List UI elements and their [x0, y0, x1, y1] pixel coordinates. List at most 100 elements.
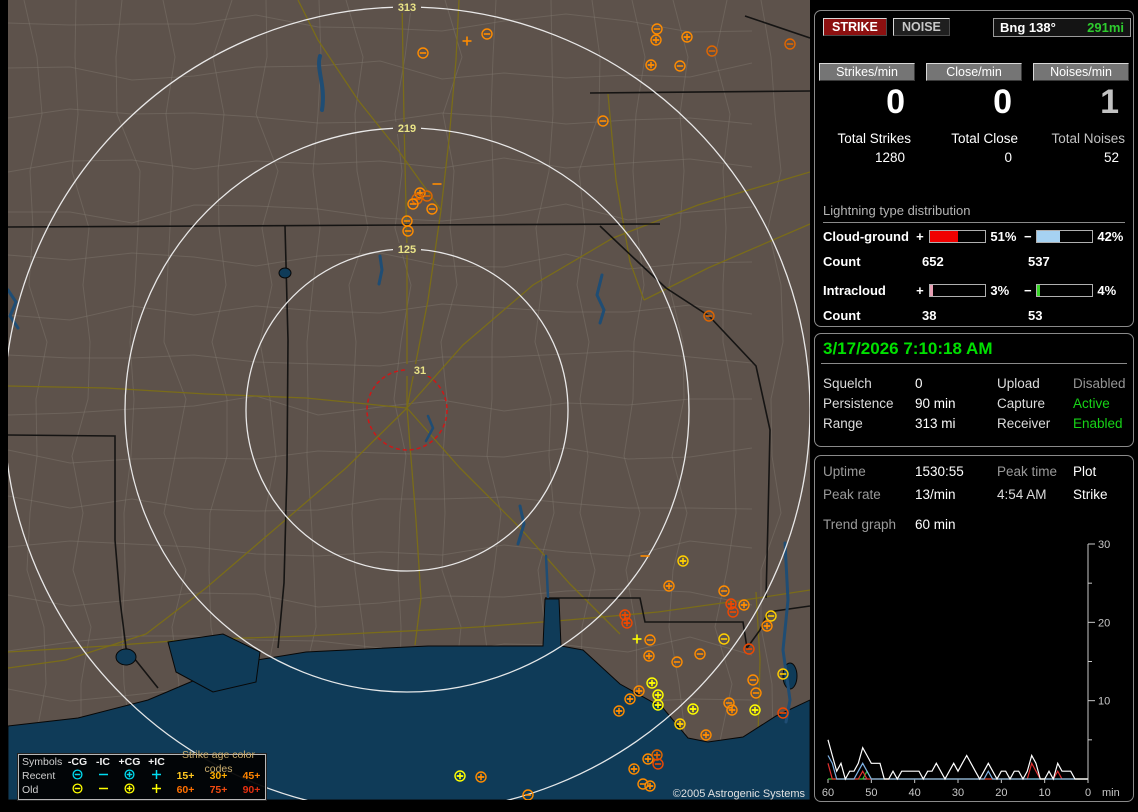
legend-age-code: 15+ — [169, 769, 202, 783]
trend-graph-window: 60 min — [915, 517, 956, 532]
trend-line — [828, 740, 1088, 779]
total-noises-label: Total Noises — [1033, 131, 1129, 146]
legend-age-code: 90+ — [235, 783, 268, 797]
cg-minus-pct: 42% — [1093, 229, 1131, 244]
noises-per-min-button[interactable]: Noises/min — [1033, 63, 1129, 81]
total-noises-value: 52 — [1033, 150, 1129, 165]
x-axis-unit: min — [1102, 787, 1120, 798]
capture-status: Active — [1073, 396, 1110, 411]
symbol-legend: Symbols -CG -IC +CG +IC Strike age color… — [18, 754, 266, 800]
y-tick-label: 30 — [1098, 540, 1110, 551]
map-canvas[interactable]: 31321912531 ©2005 Astrogenic Systems — [8, 0, 810, 800]
legend-m-icon — [91, 782, 115, 799]
x-tick-label: 60 — [822, 787, 834, 798]
ic-minus-pct: 4% — [1093, 283, 1131, 298]
cloud-ground-row: Cloud-ground + 51% − 42% — [823, 229, 1131, 244]
bearing-label: Bng 138° — [1000, 20, 1056, 35]
close-rate: 0 — [926, 83, 1022, 122]
strike-button[interactable]: STRIKE — [823, 18, 887, 36]
peak-time-value: 4:54 AM — [997, 487, 1047, 502]
x-tick-label: 0 — [1085, 787, 1091, 798]
cloud-ground-label: Cloud-ground — [823, 229, 916, 244]
receiver-label: Receiver — [997, 416, 1050, 431]
x-tick-label: 10 — [1039, 787, 1051, 798]
legend-symbols-header: Symbols — [19, 755, 64, 769]
total-close-label: Total Close — [926, 131, 1022, 146]
stormtracker-app: 31321912531 ©2005 Astrogenic Systems Sym… — [0, 0, 1138, 812]
receiver-status: Enabled — [1073, 416, 1123, 431]
trend-graph: 1020306050403020100min — [817, 540, 1129, 798]
lightning-map[interactable]: 31321912531 ©2005 Astrogenic Systems Sym… — [8, 0, 810, 800]
trend-line — [828, 756, 1088, 780]
legend-age-code: 30+ — [202, 769, 235, 783]
plot-value: Strike — [1073, 487, 1108, 502]
legend-row-label: Recent — [19, 769, 64, 783]
legend-age-code: 60+ — [169, 783, 202, 797]
legend-row-old: Old 60+75+90+ — [19, 783, 265, 797]
copyright-text: ©2005 Astrogenic Systems — [673, 788, 806, 800]
cg-plus-pct: 51% — [986, 229, 1024, 244]
total-strikes-value: 1280 — [819, 150, 915, 165]
datetime-display: 3/17/2026 7:10:18 AM — [823, 339, 992, 359]
cloud-ground-count-row: Count 652 537 — [823, 254, 1050, 269]
ic-minus-count: 53 — [1028, 308, 1042, 323]
count-label: Count — [823, 308, 922, 323]
minus-sign: − — [1024, 229, 1036, 244]
counter-panel: STRIKE NOISE Bng 138° 291mi Strikes/min … — [814, 10, 1134, 327]
ic-plus-count: 38 — [922, 308, 1028, 323]
plus-sign: + — [916, 229, 929, 244]
x-tick-label: 20 — [995, 787, 1007, 798]
trend-panel: Uptime 1530:55 Peak time Plot Peak rate … — [814, 455, 1134, 802]
range-value: 313 mi — [915, 416, 956, 431]
ring-label: 31 — [414, 365, 426, 377]
noise-button[interactable]: NOISE — [893, 18, 950, 36]
y-tick-label: 10 — [1098, 696, 1110, 708]
strikes-counter: Strikes/min 0 — [819, 63, 915, 122]
peak-time-label: Peak time — [997, 464, 1057, 479]
bearing-box: Bng 138° 291mi — [993, 18, 1131, 37]
ring-label: 313 — [398, 2, 416, 14]
distribution-title: Lightning type distribution — [823, 203, 1125, 223]
squelch-value: 0 — [915, 376, 923, 391]
legend-row-label: Old — [19, 783, 64, 797]
chart-axes — [828, 544, 1088, 779]
total-strikes-label: Total Strikes — [819, 131, 915, 146]
intracloud-count-row: Count 38 53 — [823, 308, 1042, 323]
legend-p-icon — [144, 782, 169, 799]
range-label: Range — [823, 416, 863, 431]
divider — [821, 363, 1127, 364]
x-tick-label: 40 — [909, 787, 921, 798]
x-tick-label: 50 — [865, 787, 877, 798]
legend-age-code: 45+ — [235, 769, 268, 783]
persistence-label: Persistence — [823, 396, 894, 411]
uptime-label: Uptime — [823, 464, 866, 479]
squelch-label: Squelch — [823, 376, 872, 391]
intracloud-row: Intracloud + 3% − 4% — [823, 283, 1131, 298]
noises-rate: 1 — [1033, 83, 1129, 122]
strikes-rate: 0 — [819, 83, 915, 122]
intracloud-label: Intracloud — [823, 283, 916, 298]
cg-minus-count: 537 — [1028, 254, 1050, 269]
plot-label: Plot — [1073, 464, 1096, 479]
count-label: Count — [823, 254, 922, 269]
legend-cm-icon — [64, 782, 91, 799]
noises-counter: Noises/min 1 — [1033, 63, 1129, 122]
peak-rate-value: 13/min — [915, 487, 956, 502]
close-per-min-button[interactable]: Close/min — [926, 63, 1022, 81]
cg-plus-bar — [929, 230, 986, 243]
strikes-per-min-button[interactable]: Strikes/min — [819, 63, 915, 81]
ic-minus-bar — [1036, 284, 1093, 297]
minus-sign: − — [1024, 283, 1036, 298]
upload-label: Upload — [997, 376, 1040, 391]
ic-plus-pct: 3% — [986, 283, 1024, 298]
legend-cp-icon — [115, 782, 144, 799]
uptime-value: 1530:55 — [915, 464, 964, 479]
total-close-value: 0 — [926, 150, 1022, 165]
capture-label: Capture — [997, 396, 1045, 411]
plus-sign: + — [916, 283, 929, 298]
legend-age-code: 75+ — [202, 783, 235, 797]
trend-graph-label: Trend graph — [823, 517, 896, 532]
cg-plus-count: 652 — [922, 254, 1028, 269]
y-tick-label: 20 — [1098, 617, 1110, 629]
peak-rate-label: Peak rate — [823, 487, 881, 502]
